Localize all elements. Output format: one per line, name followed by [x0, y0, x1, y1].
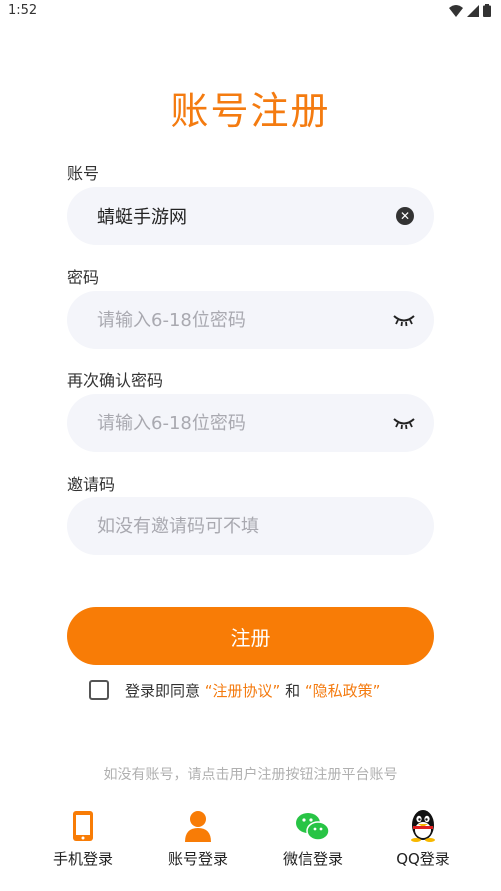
agreement-row: 登录即同意 “注册协议” 和 “隐私政策” — [89, 677, 380, 703]
agreement-text: 登录即同意 “注册协议” 和 “隐私政策” — [125, 680, 380, 701]
battery-icon — [483, 4, 491, 17]
account-label: 账号 — [67, 164, 100, 183]
confirm-password-input[interactable] — [97, 394, 377, 452]
wechat-login-label: 微信登录 — [282, 850, 343, 868]
register-button[interactable]: 注册 — [67, 607, 434, 665]
signal-icon — [467, 4, 479, 17]
phone-login[interactable]: 手机登录 — [33, 804, 133, 869]
register-agreement-link[interactable]: “注册协议” — [205, 682, 281, 700]
qq-icon — [411, 810, 435, 842]
wechat-login[interactable]: 微信登录 — [263, 804, 363, 869]
page-title: 账号注册 — [170, 89, 331, 133]
status-time: 1:52 — [8, 3, 38, 18]
register-hint: 如没有账号，请点击用户注册按钮注册平台账号 — [103, 767, 398, 783]
wechat-icon — [296, 813, 330, 841]
phone-login-label: 手机登录 — [52, 850, 113, 868]
agreement-checkbox[interactable] — [89, 680, 109, 700]
invite-input[interactable] — [97, 497, 377, 555]
account-login[interactable]: 账号登录 — [148, 804, 248, 869]
confirm-password-label: 再次确认密码 — [67, 371, 164, 390]
password-field — [67, 291, 434, 349]
phone-icon — [73, 811, 93, 841]
invite-field — [67, 497, 434, 555]
status-bar: 1:52 — [0, 0, 501, 24]
wifi-icon — [449, 4, 463, 17]
eye-closed-icon[interactable] — [392, 416, 416, 430]
clear-icon[interactable]: ✕ — [396, 207, 414, 225]
status-icons — [449, 4, 491, 17]
user-icon — [185, 811, 211, 842]
login-methods: 手机登录 账号登录 微信登录 QQ登录 — [0, 804, 501, 874]
qq-login-label: QQ登录 — [396, 850, 450, 868]
password-label: 密码 — [67, 268, 100, 287]
privacy-policy-link[interactable]: “隐私政策” — [305, 682, 381, 700]
account-login-label: 账号登录 — [167, 850, 228, 868]
password-input[interactable] — [97, 291, 377, 349]
account-input[interactable] — [97, 187, 377, 245]
qq-login[interactable]: QQ登录 — [373, 804, 473, 869]
invite-label: 邀请码 — [67, 475, 116, 494]
agreement-prefix: 登录即同意 — [125, 681, 205, 700]
confirm-password-field — [67, 394, 434, 452]
eye-closed-icon[interactable] — [392, 313, 416, 327]
agreement-middle: 和 — [280, 681, 305, 700]
account-field: ✕ — [67, 187, 434, 245]
